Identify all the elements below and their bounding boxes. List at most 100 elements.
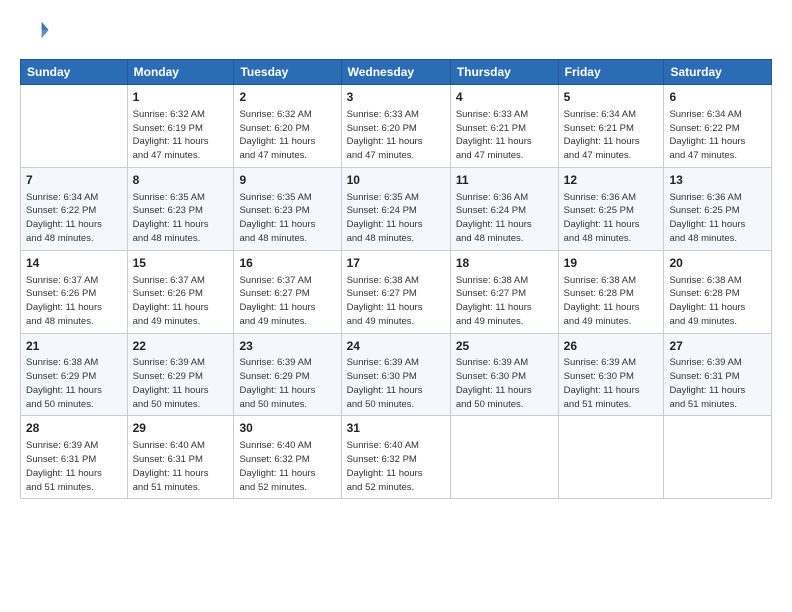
day-number: 9 (239, 172, 335, 189)
day-info: Sunrise: 6:38 AM Sunset: 6:27 PM Dayligh… (456, 274, 553, 329)
day-info: Sunrise: 6:36 AM Sunset: 6:25 PM Dayligh… (669, 191, 766, 246)
day-header-saturday: Saturday (664, 60, 772, 85)
day-number: 31 (347, 420, 445, 437)
calendar-cell: 14 Sunrise: 6:37 AM Sunset: 6:26 PM Dayli… (21, 250, 128, 333)
calendar-cell: 18 Sunrise: 6:38 AM Sunset: 6:27 PM Dayli… (450, 250, 558, 333)
calendar-cell: 31 Sunrise: 6:40 AM Sunset: 6:32 PM Dayli… (341, 416, 450, 499)
calendar-cell: 15 Sunrise: 6:37 AM Sunset: 6:26 PM Dayli… (127, 250, 234, 333)
calendar-cell: 27Sunrise: 6:39 AM Sunset: 6:31 PM Dayli… (664, 333, 772, 416)
header (20, 16, 772, 49)
day-info: Sunrise: 6:39 AM Sunset: 6:31 PM Dayligh… (669, 356, 766, 411)
day-number: 5 (564, 89, 659, 106)
calendar-cell: 2Sunrise: 6:32 AM Sunset: 6:20 PM Daylig… (234, 85, 341, 168)
day-number: 2 (239, 89, 335, 106)
day-info: Sunrise: 6:34 AM Sunset: 6:22 PM Dayligh… (669, 108, 766, 163)
day-number: 13 (669, 172, 766, 189)
day-info: Sunrise: 6:37 AM Sunset: 6:26 PM Dayligh… (26, 274, 122, 329)
calendar-cell: 11 Sunrise: 6:36 AM Sunset: 6:24 PM Dayli… (450, 167, 558, 250)
day-info: Sunrise: 6:34 AM Sunset: 6:21 PM Dayligh… (564, 108, 659, 163)
calendar-cell: 26Sunrise: 6:39 AM Sunset: 6:30 PM Dayli… (558, 333, 664, 416)
day-info: Sunrise: 6:39 AM Sunset: 6:31 PM Dayligh… (26, 439, 122, 494)
calendar-cell: 9 Sunrise: 6:35 AM Sunset: 6:23 PM Daylig… (234, 167, 341, 250)
day-number: 25 (456, 338, 553, 355)
day-info: Sunrise: 6:38 AM Sunset: 6:28 PM Dayligh… (669, 274, 766, 329)
day-number: 29 (133, 420, 229, 437)
calendar-cell: 5 Sunrise: 6:34 AM Sunset: 6:21 PM Daylig… (558, 85, 664, 168)
calendar-cell: 16Sunrise: 6:37 AM Sunset: 6:27 PM Dayli… (234, 250, 341, 333)
day-number: 22 (133, 338, 229, 355)
day-header-tuesday: Tuesday (234, 60, 341, 85)
day-number: 18 (456, 255, 553, 272)
day-info: Sunrise: 6:35 AM Sunset: 6:23 PM Dayligh… (133, 191, 229, 246)
calendar-cell: 13 Sunrise: 6:36 AM Sunset: 6:25 PM Dayli… (664, 167, 772, 250)
day-number: 11 (456, 172, 553, 189)
calendar-cell: 12 Sunrise: 6:36 AM Sunset: 6:25 PM Dayli… (558, 167, 664, 250)
day-number: 3 (347, 89, 445, 106)
calendar-cell: 3 Sunrise: 6:33 AM Sunset: 6:20 PM Daylig… (341, 85, 450, 168)
calendar-cell: 29 Sunrise: 6:40 AM Sunset: 6:31 PM Dayli… (127, 416, 234, 499)
calendar-cell: 6Sunrise: 6:34 AM Sunset: 6:22 PM Daylig… (664, 85, 772, 168)
day-header-sunday: Sunday (21, 60, 128, 85)
day-info: Sunrise: 6:36 AM Sunset: 6:25 PM Dayligh… (564, 191, 659, 246)
day-info: Sunrise: 6:40 AM Sunset: 6:32 PM Dayligh… (239, 439, 335, 494)
logo-icon (22, 16, 50, 44)
calendar-cell: 22Sunrise: 6:39 AM Sunset: 6:29 PM Dayli… (127, 333, 234, 416)
calendar-cell (21, 85, 128, 168)
calendar-cell: 28 Sunrise: 6:39 AM Sunset: 6:31 PM Dayli… (21, 416, 128, 499)
day-number: 26 (564, 338, 659, 355)
day-number: 30 (239, 420, 335, 437)
day-info: Sunrise: 6:35 AM Sunset: 6:23 PM Dayligh… (239, 191, 335, 246)
calendar-week-5: 28 Sunrise: 6:39 AM Sunset: 6:31 PM Dayli… (21, 416, 772, 499)
day-info: Sunrise: 6:38 AM Sunset: 6:27 PM Dayligh… (347, 274, 445, 329)
day-info: Sunrise: 6:39 AM Sunset: 6:29 PM Dayligh… (239, 356, 335, 411)
calendar-cell: 30 Sunrise: 6:40 AM Sunset: 6:32 PM Dayli… (234, 416, 341, 499)
day-info: Sunrise: 6:39 AM Sunset: 6:30 PM Dayligh… (456, 356, 553, 411)
day-info: Sunrise: 6:39 AM Sunset: 6:30 PM Dayligh… (347, 356, 445, 411)
day-info: Sunrise: 6:34 AM Sunset: 6:22 PM Dayligh… (26, 191, 122, 246)
day-info: Sunrise: 6:39 AM Sunset: 6:29 PM Dayligh… (133, 356, 229, 411)
day-number: 15 (133, 255, 229, 272)
day-number: 23 (239, 338, 335, 355)
calendar-cell: 17Sunrise: 6:38 AM Sunset: 6:27 PM Dayli… (341, 250, 450, 333)
day-info: Sunrise: 6:40 AM Sunset: 6:32 PM Dayligh… (347, 439, 445, 494)
calendar-cell: 20Sunrise: 6:38 AM Sunset: 6:28 PM Dayli… (664, 250, 772, 333)
calendar-week-1: 1 Sunrise: 6:32 AM Sunset: 6:19 PM Daylig… (21, 85, 772, 168)
day-number: 21 (26, 338, 122, 355)
calendar-cell: 1 Sunrise: 6:32 AM Sunset: 6:19 PM Daylig… (127, 85, 234, 168)
day-number: 28 (26, 420, 122, 437)
calendar-week-4: 21Sunrise: 6:38 AM Sunset: 6:29 PM Dayli… (21, 333, 772, 416)
calendar-cell: 21Sunrise: 6:38 AM Sunset: 6:29 PM Dayli… (21, 333, 128, 416)
day-info: Sunrise: 6:36 AM Sunset: 6:24 PM Dayligh… (456, 191, 553, 246)
day-info: Sunrise: 6:39 AM Sunset: 6:30 PM Dayligh… (564, 356, 659, 411)
day-number: 12 (564, 172, 659, 189)
day-info: Sunrise: 6:32 AM Sunset: 6:19 PM Dayligh… (133, 108, 229, 163)
day-header-friday: Friday (558, 60, 664, 85)
calendar-cell: 8 Sunrise: 6:35 AM Sunset: 6:23 PM Daylig… (127, 167, 234, 250)
day-number: 1 (133, 89, 229, 106)
day-info: Sunrise: 6:37 AM Sunset: 6:26 PM Dayligh… (133, 274, 229, 329)
logo (20, 16, 50, 49)
calendar-cell: 23Sunrise: 6:39 AM Sunset: 6:29 PM Dayli… (234, 333, 341, 416)
day-header-thursday: Thursday (450, 60, 558, 85)
day-info: Sunrise: 6:35 AM Sunset: 6:24 PM Dayligh… (347, 191, 445, 246)
day-number: 14 (26, 255, 122, 272)
calendar-cell: 10 Sunrise: 6:35 AM Sunset: 6:24 PM Dayli… (341, 167, 450, 250)
day-info: Sunrise: 6:33 AM Sunset: 6:21 PM Dayligh… (456, 108, 553, 163)
day-number: 4 (456, 89, 553, 106)
day-number: 27 (669, 338, 766, 355)
calendar-cell: 7 Sunrise: 6:34 AM Sunset: 6:22 PM Daylig… (21, 167, 128, 250)
day-number: 8 (133, 172, 229, 189)
day-info: Sunrise: 6:37 AM Sunset: 6:27 PM Dayligh… (239, 274, 335, 329)
day-info: Sunrise: 6:33 AM Sunset: 6:20 PM Dayligh… (347, 108, 445, 163)
day-number: 7 (26, 172, 122, 189)
day-number: 24 (347, 338, 445, 355)
calendar-header: SundayMondayTuesdayWednesdayThursdayFrid… (21, 60, 772, 85)
day-header-monday: Monday (127, 60, 234, 85)
day-number: 10 (347, 172, 445, 189)
day-info: Sunrise: 6:38 AM Sunset: 6:29 PM Dayligh… (26, 356, 122, 411)
day-info: Sunrise: 6:38 AM Sunset: 6:28 PM Dayligh… (564, 274, 659, 329)
day-header-wednesday: Wednesday (341, 60, 450, 85)
day-info: Sunrise: 6:40 AM Sunset: 6:31 PM Dayligh… (133, 439, 229, 494)
page: SundayMondayTuesdayWednesdayThursdayFrid… (0, 0, 792, 612)
day-number: 19 (564, 255, 659, 272)
